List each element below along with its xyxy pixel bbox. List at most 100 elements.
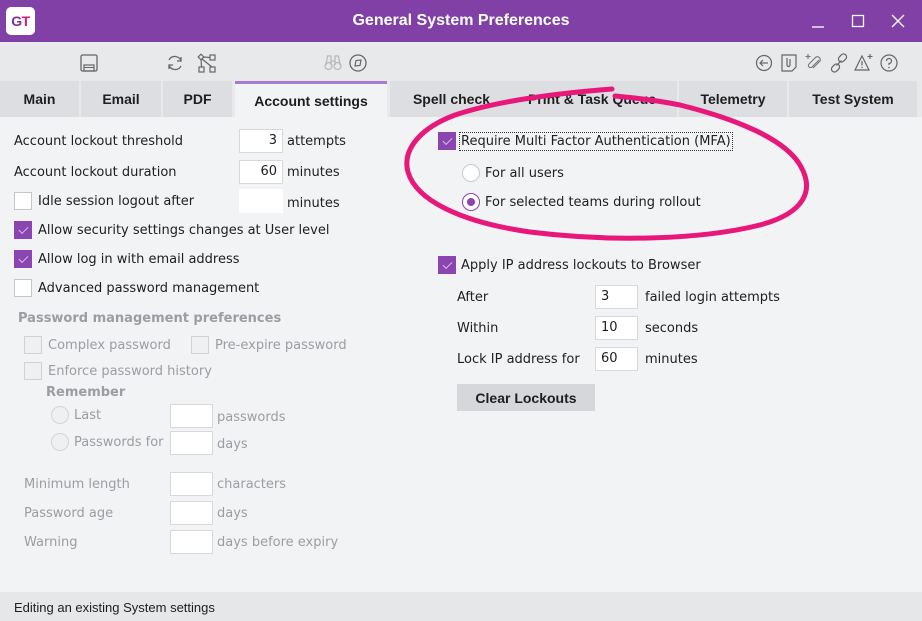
- tab-bar: Main Email PDF Account settings Spell ch…: [0, 81, 922, 117]
- allow-security-changes-checkbox[interactable]: [14, 221, 32, 239]
- clear-lockouts-button[interactable]: Clear Lockouts: [457, 384, 595, 411]
- allow-email-login-checkbox[interactable]: [14, 250, 32, 268]
- apply-ip-lockout-checkbox[interactable]: [438, 256, 456, 274]
- password-age-input[interactable]: [170, 501, 213, 525]
- remember-for-label: Passwords for: [74, 434, 164, 450]
- ip-lock-for-unit: minutes: [645, 352, 698, 367]
- tab-telemetry[interactable]: Telemetry: [679, 81, 787, 117]
- title-bar: GT General System Preferences: [0, 0, 922, 42]
- minimum-length-input[interactable]: [170, 472, 213, 496]
- save-button[interactable]: [78, 52, 100, 74]
- complex-password-checkbox[interactable]: [24, 336, 42, 354]
- lockout-duration-input[interactable]: 60: [239, 160, 283, 184]
- enforce-history-label: Enforce password history: [48, 363, 212, 379]
- password-prefs-heading: Password management preferences: [18, 311, 282, 326]
- minimum-length-unit: characters: [217, 477, 287, 492]
- ip-after-input[interactable]: 3: [595, 285, 638, 309]
- binoculars-icon: [324, 55, 342, 71]
- tab-account-settings[interactable]: Account settings: [235, 81, 387, 117]
- warning-unit: days before expiry: [217, 535, 339, 550]
- ip-lock-for-input[interactable]: 60: [595, 347, 638, 371]
- lockout-duration-label: Account lockout duration: [14, 165, 177, 180]
- mfa-selected-teams-radio[interactable]: [462, 193, 480, 211]
- warning-input[interactable]: [170, 530, 213, 554]
- remember-heading: Remember: [46, 385, 126, 400]
- remember-for-radio[interactable]: [51, 433, 69, 451]
- link-button[interactable]: [828, 52, 850, 74]
- advanced-password-row: Advanced password management: [14, 279, 259, 297]
- add-attachment-icon: [805, 54, 821, 69]
- enforce-history-checkbox[interactable]: [24, 362, 42, 380]
- lockout-threshold-label: Account lockout threshold: [14, 134, 184, 149]
- close-button[interactable]: [880, 0, 916, 42]
- help-icon: [880, 54, 898, 72]
- ip-after-label: After: [457, 290, 489, 305]
- lockout-threshold-unit: attempts: [287, 134, 346, 149]
- lockout-duration-unit: minutes: [287, 165, 340, 180]
- back-icon: [755, 54, 773, 72]
- remember-for-unit: days: [217, 437, 248, 452]
- help-button[interactable]: [878, 52, 900, 74]
- minimize-button[interactable]: [800, 0, 836, 42]
- workflow-icon: [197, 53, 216, 73]
- remember-last-radio[interactable]: [51, 406, 69, 424]
- back-button[interactable]: [753, 52, 775, 74]
- password-age-unit: days: [217, 506, 248, 521]
- add-attachment-button[interactable]: [803, 52, 825, 74]
- workflow-button[interactable]: [196, 52, 218, 74]
- remember-for-row: Passwords for: [51, 433, 164, 451]
- apply-ip-lockout-row: Apply IP address lockouts to Browser: [438, 256, 701, 274]
- tab-main[interactable]: Main: [0, 81, 79, 117]
- remember-for-input[interactable]: [170, 431, 213, 455]
- ip-lock-for-label: Lock IP address for: [457, 352, 580, 367]
- mfa-all-users-label: For all users: [485, 165, 564, 181]
- tab-spell-check[interactable]: Spell check: [390, 81, 513, 117]
- lockout-threshold-input[interactable]: 3: [239, 129, 283, 153]
- minimize-icon: [812, 26, 824, 28]
- idle-logout-checkbox[interactable]: [14, 192, 32, 210]
- password-age-label: Password age: [24, 506, 114, 521]
- allow-security-changes-label: Allow security settings changes at User …: [38, 222, 330, 238]
- find-button[interactable]: [322, 52, 344, 74]
- attachments-button[interactable]: [778, 52, 800, 74]
- maximize-button[interactable]: [840, 0, 876, 42]
- require-mfa-row: Require Multi Factor Authentication (MFA…: [438, 131, 733, 151]
- idle-logout-input[interactable]: [239, 189, 283, 213]
- toolbar: [0, 42, 922, 81]
- advanced-password-label: Advanced password management: [38, 280, 260, 296]
- mfa-all-users-radio[interactable]: [462, 164, 480, 182]
- add-alert-icon: [854, 54, 873, 71]
- allow-email-login-row: Allow log in with email address: [14, 250, 240, 268]
- add-alert-button[interactable]: [853, 52, 875, 74]
- remember-last-label: Last: [74, 407, 102, 423]
- allow-email-login-label: Allow log in with email address: [38, 251, 240, 267]
- complex-password-row: Complex password: [24, 336, 171, 354]
- advanced-password-checkbox[interactable]: [14, 279, 32, 297]
- mfa-all-users-row: For all users: [462, 164, 564, 182]
- window-title: General System Preferences: [352, 12, 570, 29]
- ip-within-label: Within: [457, 321, 499, 336]
- refresh-button[interactable]: [164, 52, 186, 74]
- ip-within-unit: seconds: [645, 321, 699, 336]
- status-text: Editing an existing System settings: [14, 600, 215, 615]
- tab-test-system[interactable]: Test System: [789, 81, 917, 117]
- tab-pdf[interactable]: PDF: [163, 81, 232, 117]
- pre-expire-password-checkbox[interactable]: [191, 336, 209, 354]
- ip-within-input[interactable]: 10: [595, 316, 638, 340]
- tab-email[interactable]: Email: [81, 81, 161, 117]
- link-icon: [830, 53, 848, 73]
- navigate-button[interactable]: [347, 52, 369, 74]
- require-mfa-label: Require Multi Factor Authentication (MFA…: [459, 131, 733, 151]
- remember-last-unit: passwords: [217, 410, 286, 425]
- tab-print-task-queue[interactable]: Print & Task Queue: [507, 81, 677, 117]
- require-mfa-checkbox[interactable]: [438, 132, 456, 150]
- pre-expire-password-label: Pre-expire password: [215, 337, 347, 353]
- remember-last-input[interactable]: [170, 404, 213, 428]
- idle-logout-row: Idle session logout after: [14, 192, 194, 210]
- maximize-icon: [851, 14, 865, 28]
- warning-label: Warning: [24, 535, 78, 550]
- remember-last-row: Last: [51, 406, 101, 424]
- complex-password-label: Complex password: [48, 337, 171, 353]
- idle-logout-unit: minutes: [287, 196, 340, 211]
- allow-security-changes-row: Allow security settings changes at User …: [14, 221, 329, 239]
